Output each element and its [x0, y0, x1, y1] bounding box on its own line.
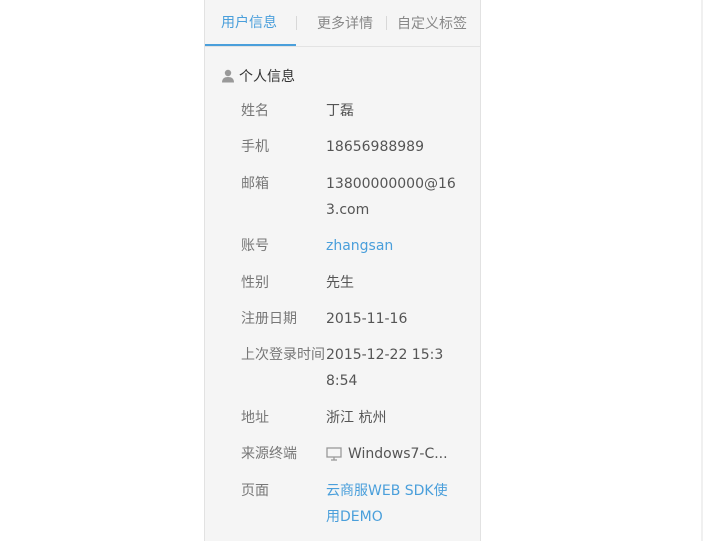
section-personal-info: 个人信息 [221, 66, 295, 86]
source-text: Windows7-C... [348, 446, 448, 462]
field-label: 上次登录时间 [241, 347, 325, 363]
field-value: 2015-11-16 [326, 311, 408, 327]
user-info-panel: 用户信息 更多详情 自定义标签 个人信息 姓名 丁磊 手机 1865698898… [204, 0, 481, 541]
field-value: 18656988989 [326, 139, 424, 155]
field-label: 账号 [241, 238, 269, 254]
account-link[interactable]: zhangsan [326, 233, 456, 259]
field-label: 手机 [241, 139, 269, 155]
field-value: Windows7-C... [326, 441, 454, 467]
tab-user-info[interactable]: 用户信息 [205, 0, 296, 46]
field-label: 注册日期 [241, 311, 297, 327]
field-value: 浙江 杭州 [326, 410, 387, 426]
tab-more-details[interactable]: 更多详情 [297, 0, 386, 46]
section-title-text: 个人信息 [239, 69, 295, 85]
field-label: 性别 [241, 275, 269, 291]
monitor-icon [326, 447, 342, 461]
field-value: 2015-12-22 15:38:54 [326, 347, 444, 389]
tab-bar: 用户信息 更多详情 自定义标签 [205, 0, 480, 47]
field-label: 页面 [241, 483, 269, 499]
field-value: 丁磊 [326, 103, 354, 119]
tab-custom-tags[interactable]: 自定义标签 [387, 0, 467, 46]
field-label: 地址 [241, 410, 269, 426]
field-label: 邮箱 [241, 176, 269, 192]
field-label: 来源终端 [241, 446, 297, 462]
field-label: 姓名 [241, 103, 269, 119]
user-icon [222, 69, 234, 83]
field-value: 先生 [326, 275, 354, 291]
field-value: 13800000000@163.com [326, 176, 456, 218]
page-link[interactable]: 云商服WEB SDK使用DEMO [326, 478, 456, 530]
